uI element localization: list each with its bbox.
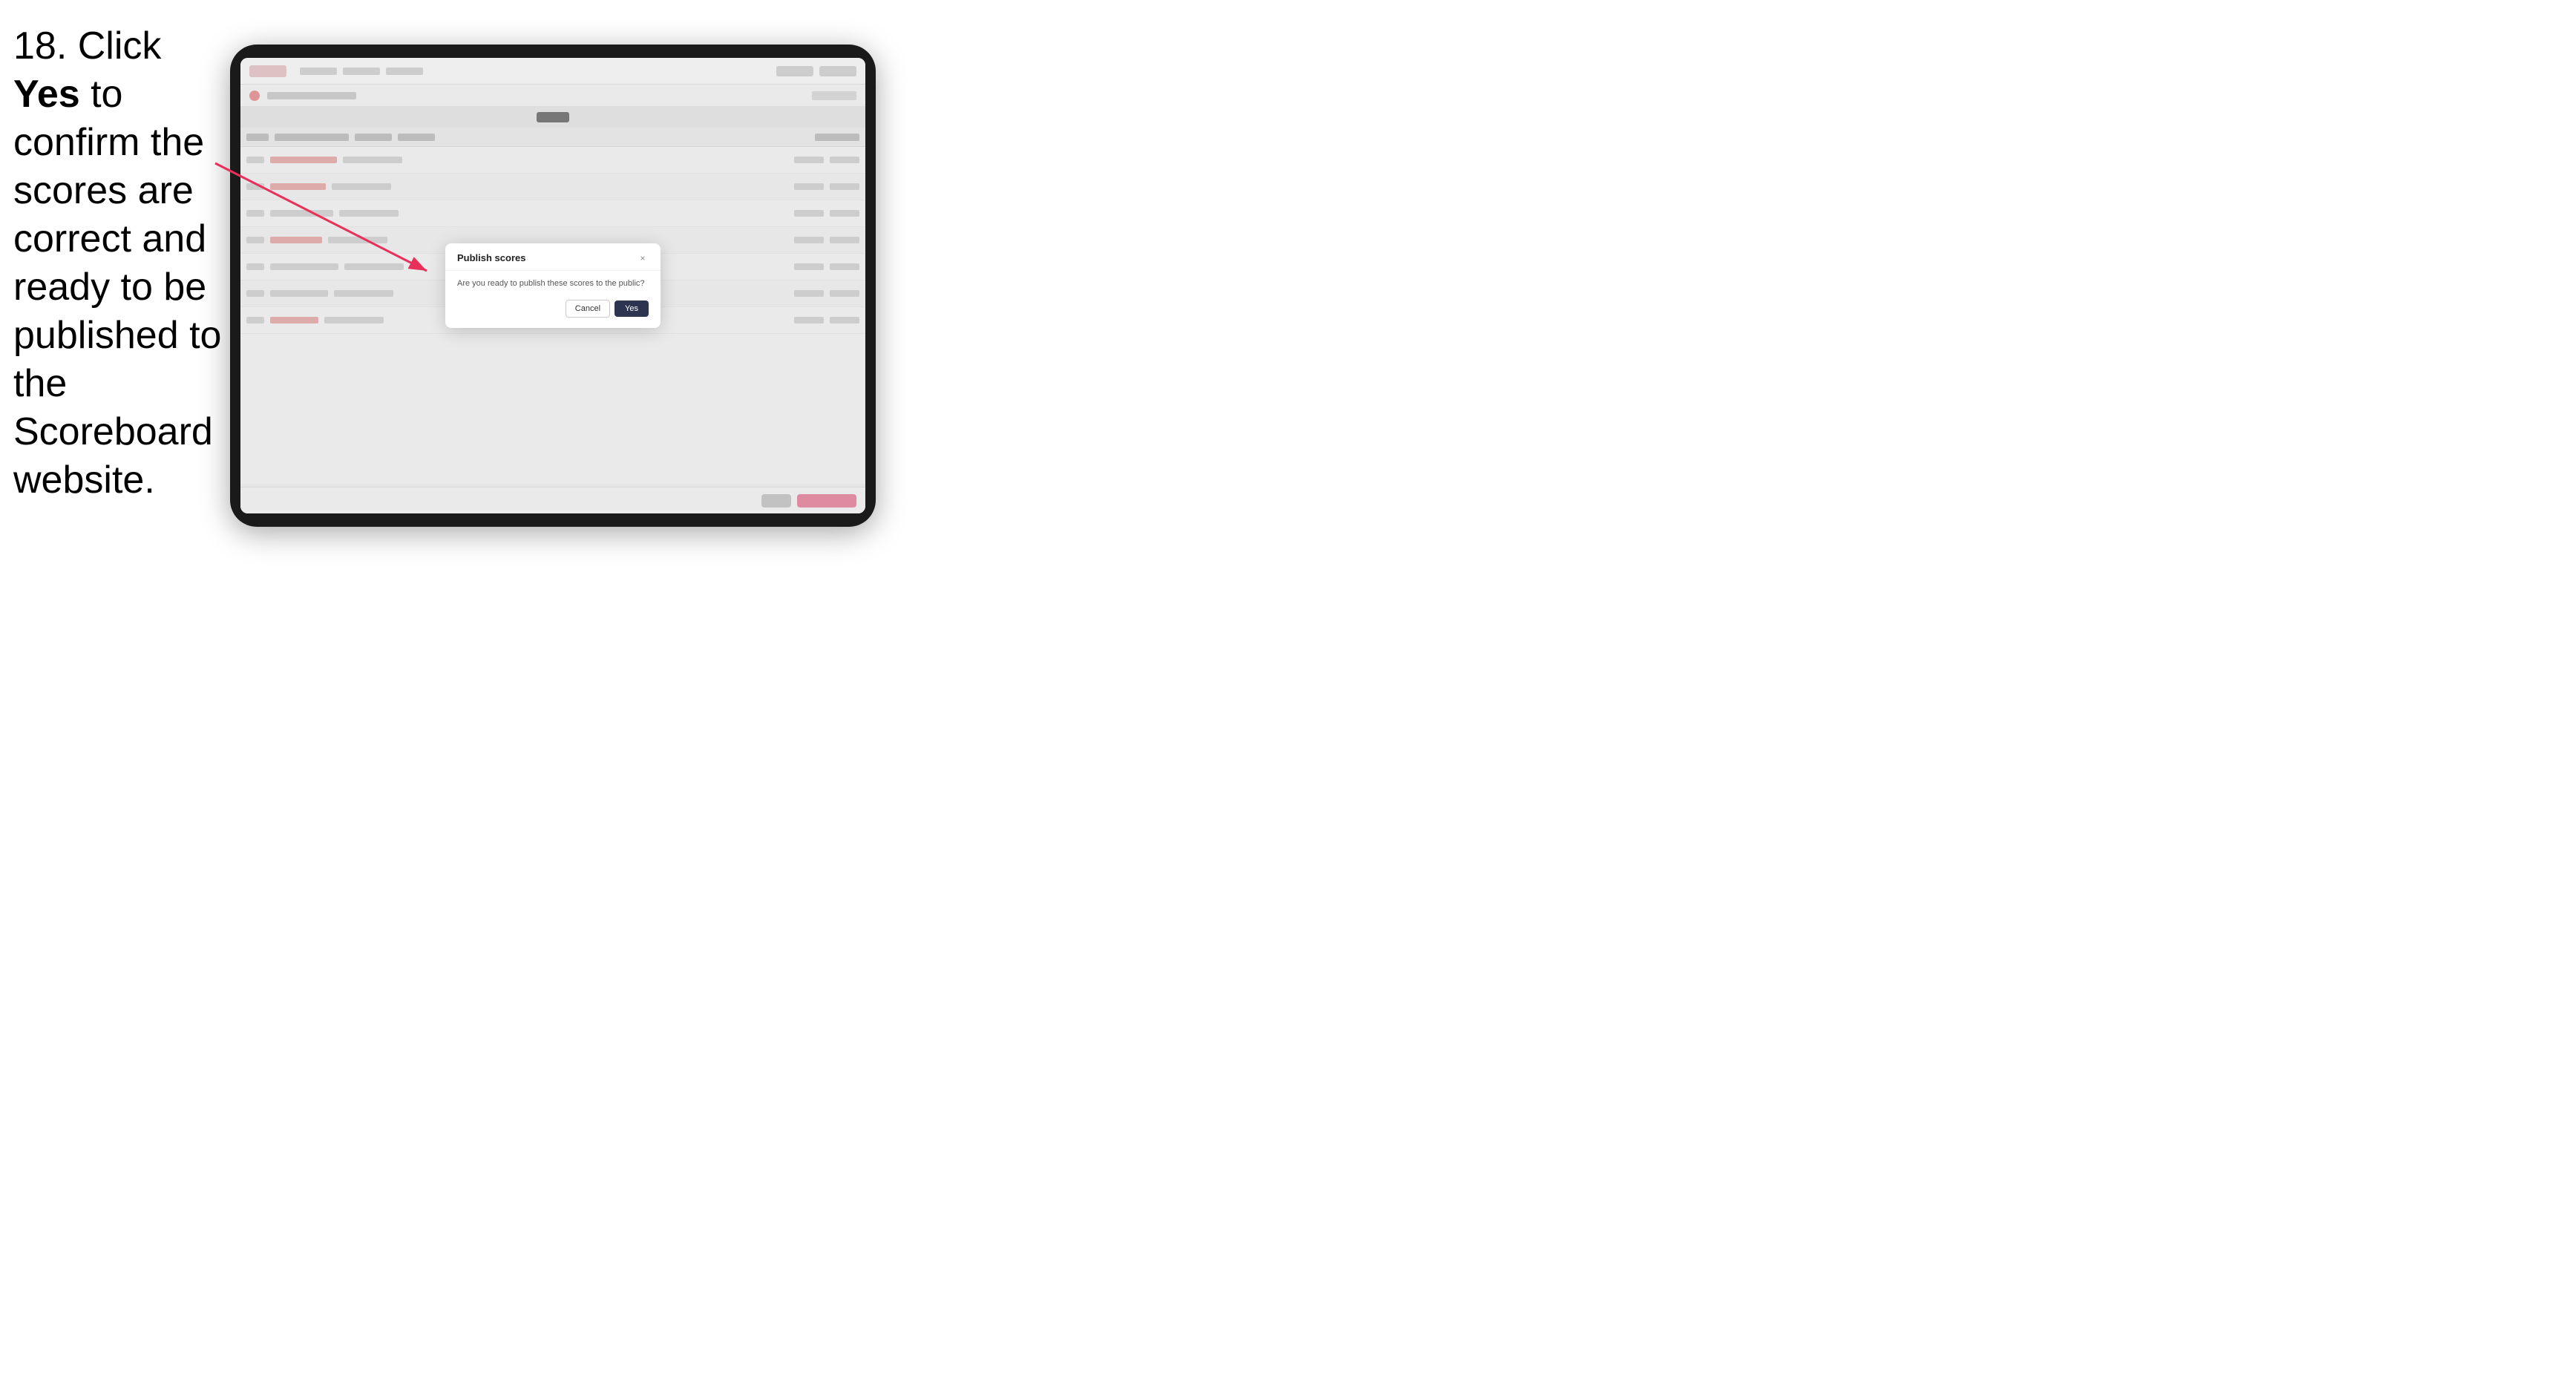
instruction-plain: Click [67,24,161,68]
instruction-bold: Yes [13,73,80,116]
tablet-screen: Publish scores × Are you ready to publis… [240,58,865,513]
yes-button[interactable]: Yes [614,300,649,317]
modal-header: Publish scores × [445,243,661,271]
publish-scores-modal: Publish scores × Are you ready to publis… [445,243,661,328]
modal-overlay: Publish scores × Are you ready to publis… [240,58,865,513]
modal-message: Are you ready to publish these scores to… [457,278,649,289]
step-number: 18. [13,24,67,68]
modal-close-button[interactable]: × [637,252,649,264]
modal-body: Are you ready to publish these scores to… [445,271,661,300]
modal-title: Publish scores [457,252,525,263]
cancel-button[interactable]: Cancel [566,300,610,318]
instruction-rest: to confirm the scores are correct and re… [13,73,221,502]
tablet-device: Publish scores × Are you ready to publis… [230,45,876,527]
modal-footer: Cancel Yes [445,300,661,328]
instruction-text: 18. Click Yes to confirm the scores are … [13,22,229,505]
